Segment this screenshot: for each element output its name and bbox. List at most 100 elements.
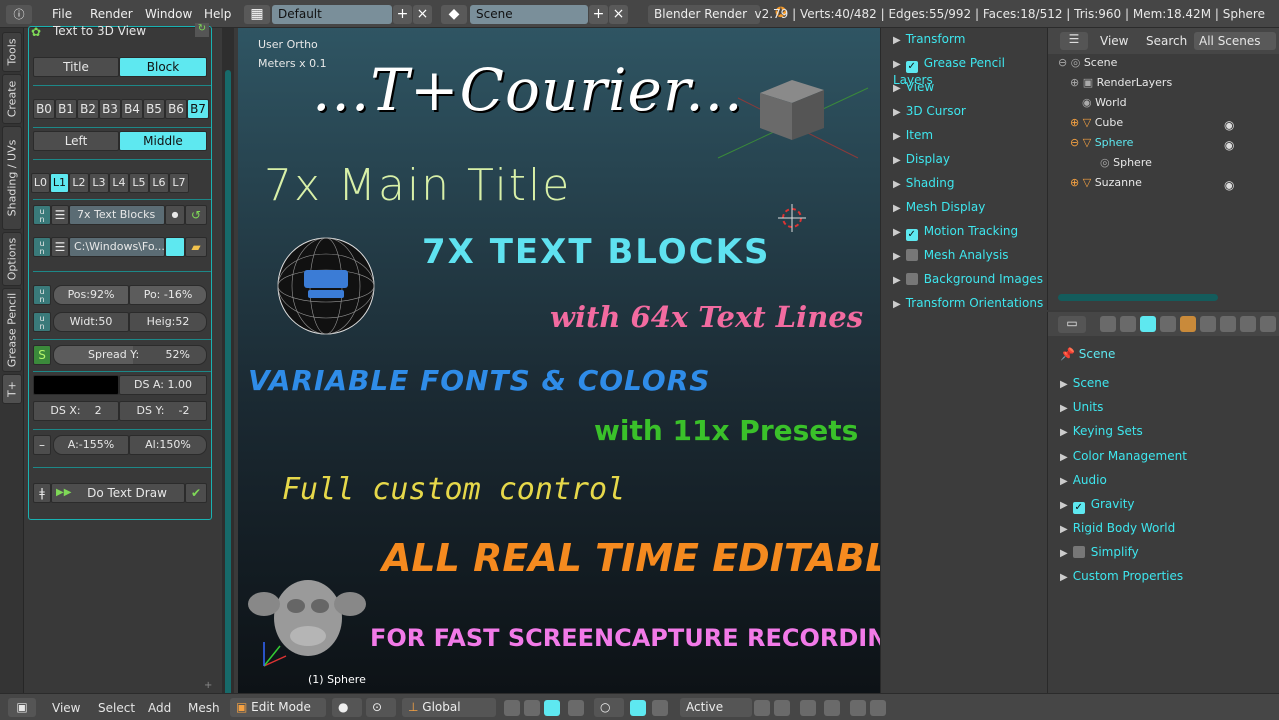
panel-scene[interactable]: ▶ Scene xyxy=(1060,376,1109,390)
outliner-row-suzanne[interactable]: ⊕ ▽ Suzanne xyxy=(1070,176,1279,196)
lock-toggle-pos[interactable]: un xyxy=(33,285,51,305)
outliner-row-cube[interactable]: ⊕ ▽ Cube xyxy=(1070,116,1279,136)
reload-icon[interactable]: ↻ xyxy=(195,23,209,37)
world-tab-icon[interactable] xyxy=(1160,316,1176,332)
ds-y-field[interactable]: DS Y: -2 xyxy=(119,401,207,421)
layers-icon[interactable] xyxy=(850,700,866,716)
al-field[interactable]: Al:150% xyxy=(129,435,207,455)
line-l6[interactable]: L6 xyxy=(149,173,169,193)
block-b5[interactable]: B5 xyxy=(143,99,165,119)
font-path-field[interactable]: C:\Windows\Fo... xyxy=(69,237,165,257)
block-b2[interactable]: B2 xyxy=(77,99,99,119)
menu-add[interactable]: Add xyxy=(148,701,171,715)
lock-camera-icon[interactable] xyxy=(870,700,886,716)
render-engine-select[interactable]: Blender Render xyxy=(648,5,760,24)
visibility-eye-icon[interactable]: ◉ xyxy=(1224,178,1234,192)
mesh-analysis-checkbox[interactable] xyxy=(905,249,918,261)
spread-s-icon[interactable]: S xyxy=(33,345,51,365)
outliner-row-renderlayers[interactable]: ⊕ ▣ RenderLayers xyxy=(1070,76,1279,96)
tab-tplus[interactable]: T+ xyxy=(2,374,22,404)
menu-view[interactable]: View xyxy=(52,701,80,715)
panel-shading[interactable]: ▶ Shading xyxy=(893,176,954,190)
gravity-checkbox[interactable]: ✓ xyxy=(1072,502,1085,514)
outliner-row-sphere-mesh[interactable]: ◎ Sphere xyxy=(1100,156,1279,176)
spread-y-slider[interactable]: Spread Y: 52% xyxy=(53,345,207,365)
properties-editor-icon[interactable]: ▭ xyxy=(1058,316,1086,333)
align-left-button[interactable]: Left xyxy=(33,131,119,151)
menu-file[interactable]: File xyxy=(52,7,72,21)
lock-toggle-size[interactable]: un xyxy=(33,312,51,332)
panel-mesh-display[interactable]: ▶ Mesh Display xyxy=(893,200,985,214)
snap-element-icon[interactable] xyxy=(652,700,668,716)
outliner-row-scene[interactable]: ⊖ ◎ Scene xyxy=(1058,56,1279,76)
add-layout-button[interactable]: + xyxy=(393,5,412,24)
sphere-object[interactable] xyxy=(276,236,376,336)
constraints-tab-icon[interactable] xyxy=(1200,316,1216,332)
panel-display[interactable]: ▶ Display xyxy=(893,152,950,166)
layout-icon[interactable]: ▦ xyxy=(244,5,270,24)
list-icon[interactable]: ☰ xyxy=(51,205,69,225)
vertex-select-icon[interactable] xyxy=(504,700,520,716)
shading-select[interactable]: ● xyxy=(332,698,362,717)
outliner-row-world[interactable]: ◉ World xyxy=(1082,96,1279,116)
background-images-checkbox[interactable] xyxy=(905,273,918,285)
data-tab-icon[interactable] xyxy=(1240,316,1256,332)
render-opengl-icon[interactable] xyxy=(800,700,816,716)
panel-rigid-body-world[interactable]: ▶ Rigid Body World xyxy=(1060,521,1175,535)
layout-field[interactable]: Default xyxy=(272,5,392,24)
visibility-eye-icon[interactable]: ◉ xyxy=(1224,138,1234,152)
panel-simplify[interactable]: ▶ Simplify xyxy=(1060,545,1139,559)
panel-units[interactable]: ▶ Units xyxy=(1060,400,1103,414)
modifiers-tab-icon[interactable] xyxy=(1220,316,1236,332)
block-b3[interactable]: B3 xyxy=(99,99,121,119)
mode-select[interactable]: ▣ Edit Mode xyxy=(230,698,326,717)
line-l2[interactable]: L2 xyxy=(69,173,89,193)
object-tab-icon[interactable] xyxy=(1180,316,1196,332)
pivot-select[interactable]: ⊙ xyxy=(366,698,396,717)
tool-shelf-scrollbar[interactable] xyxy=(222,28,234,710)
menu-help[interactable]: Help xyxy=(204,7,231,21)
width-field[interactable]: Widt:50 xyxy=(53,312,129,332)
panel-custom-properties[interactable]: ▶ Custom Properties xyxy=(1060,569,1183,583)
snap-align-icon[interactable] xyxy=(754,700,770,716)
project-icon[interactable] xyxy=(774,700,790,716)
panel-item[interactable]: ▶ Item xyxy=(893,128,933,142)
orientation-select[interactable]: ⊥ Global xyxy=(402,698,496,717)
a-field[interactable]: A:-155% xyxy=(53,435,129,455)
panel-background-images[interactable]: ▶ Background Images xyxy=(893,272,1043,286)
align-middle-button[interactable]: Middle xyxy=(119,131,207,151)
outliner-scrollbar[interactable] xyxy=(1058,294,1218,301)
menu-select[interactable]: Select xyxy=(98,701,135,715)
panel-3d-cursor[interactable]: ▶ 3D Cursor xyxy=(893,104,966,118)
tab-tools[interactable]: Tools xyxy=(2,32,22,72)
ds-x-field[interactable]: DS X: 2 xyxy=(33,401,119,421)
tab-shading-uvs[interactable]: Shading / UVs xyxy=(2,126,22,230)
edge-select-icon[interactable] xyxy=(524,700,540,716)
panel-transform[interactable]: ▶ Transform xyxy=(893,32,965,46)
proportional-edit-select[interactable]: ○ xyxy=(594,698,624,717)
tab-grease-pencil[interactable]: Grease Pencil xyxy=(2,288,22,372)
panel-transform-orientations[interactable]: ▶ Transform Orientations xyxy=(893,296,1043,310)
line-l7[interactable]: L7 xyxy=(169,173,189,193)
preset-refresh-icon[interactable]: ↺ xyxy=(185,205,207,225)
tab-options[interactable]: Options xyxy=(2,232,22,286)
info-editor-icon[interactable]: ⓘ xyxy=(6,5,32,24)
outliner-editor-icon[interactable]: ☰ xyxy=(1060,32,1088,50)
mode-title-button[interactable]: Title xyxy=(33,57,119,77)
outliner-search-menu[interactable]: Search xyxy=(1146,34,1187,48)
folder-icon[interactable]: ▰ xyxy=(185,237,207,257)
grease-pencil-checkbox[interactable]: ✓ xyxy=(905,61,918,73)
menu-render[interactable]: Render xyxy=(90,7,133,21)
panel-view[interactable]: ▶ View xyxy=(893,80,934,94)
menu-window[interactable]: Window xyxy=(145,7,192,21)
line-l1[interactable]: L1 xyxy=(50,173,69,193)
block-b4[interactable]: B4 xyxy=(121,99,143,119)
render-animation-icon[interactable] xyxy=(824,700,840,716)
scene-tab-icon[interactable] xyxy=(1140,316,1156,332)
line-l0[interactable]: L0 xyxy=(31,173,50,193)
panel-motion-tracking[interactable]: ▶ ✓ Motion Tracking xyxy=(893,224,1018,241)
face-select-icon[interactable] xyxy=(544,700,560,716)
occlude-geometry-icon[interactable] xyxy=(568,700,584,716)
checkmark-icon[interactable]: ✔ xyxy=(185,483,207,503)
line-l4[interactable]: L4 xyxy=(109,173,129,193)
